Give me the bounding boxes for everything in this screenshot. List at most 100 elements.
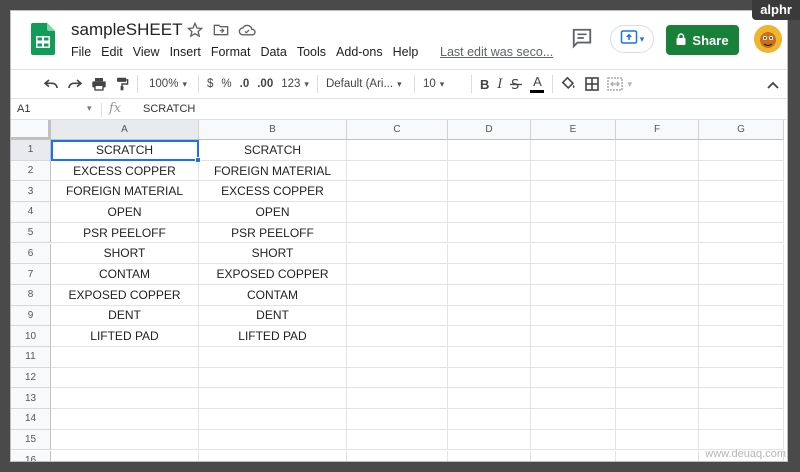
cell-f1[interactable] xyxy=(616,140,699,161)
sheets-logo-icon[interactable] xyxy=(31,23,55,55)
cell-g8[interactable] xyxy=(699,284,784,306)
cell-f2[interactable] xyxy=(616,160,699,182)
cell-a1[interactable]: SCRATCH xyxy=(51,140,199,161)
cell-f11[interactable] xyxy=(616,347,699,368)
row-header-5[interactable]: 5 xyxy=(11,222,51,244)
cell-c5[interactable] xyxy=(347,222,448,244)
menu-edit[interactable]: Edit xyxy=(96,45,128,59)
name-box[interactable]: A1 xyxy=(17,103,97,115)
cell-d4[interactable] xyxy=(448,202,531,223)
cell-g10[interactable] xyxy=(699,326,784,347)
cell-f14[interactable] xyxy=(616,409,699,430)
cell-f9[interactable] xyxy=(616,305,699,327)
cell-a7[interactable]: CONTAM xyxy=(51,264,199,285)
cell-d7[interactable] xyxy=(448,264,531,285)
cell-d15[interactable] xyxy=(448,429,531,451)
cell-a9[interactable]: DENT xyxy=(51,305,199,327)
cell-e6[interactable] xyxy=(531,243,616,265)
cell-b4[interactable]: OPEN xyxy=(199,202,347,223)
cell-g3[interactable] xyxy=(699,181,784,203)
cell-e7[interactable] xyxy=(531,264,616,285)
cell-f16[interactable] xyxy=(616,450,699,461)
cell-a12[interactable] xyxy=(51,367,199,389)
menu-help[interactable]: Help xyxy=(388,45,424,59)
undo-icon[interactable] xyxy=(39,73,63,95)
cell-d9[interactable] xyxy=(448,305,531,327)
cell-g9[interactable] xyxy=(699,305,784,327)
menu-view[interactable]: View xyxy=(128,45,165,59)
column-header-a[interactable]: A xyxy=(51,120,199,140)
cell-f15[interactable] xyxy=(616,429,699,451)
cell-d5[interactable] xyxy=(448,222,531,244)
cell-d8[interactable] xyxy=(448,284,531,306)
row-header-9[interactable]: 9 xyxy=(11,305,51,327)
last-edit-link[interactable]: Last edit was seco... xyxy=(440,45,553,59)
cell-g12[interactable] xyxy=(699,367,784,389)
cell-g7[interactable] xyxy=(699,264,784,285)
menu-insert[interactable]: Insert xyxy=(165,45,206,59)
column-header-c[interactable]: C xyxy=(347,120,448,140)
cell-g11[interactable] xyxy=(699,347,784,368)
cell-e4[interactable] xyxy=(531,202,616,223)
decrease-decimal-button[interactable]: .0 xyxy=(236,73,254,95)
cell-g2[interactable] xyxy=(699,160,784,182)
cloud-status-icon[interactable] xyxy=(238,21,256,39)
cell-e1[interactable] xyxy=(531,140,616,161)
strikethrough-icon[interactable]: S xyxy=(506,73,526,95)
menu-addons[interactable]: Add-ons xyxy=(331,45,388,59)
bold-button[interactable]: B xyxy=(476,73,493,95)
row-header-13[interactable]: 13 xyxy=(11,388,51,410)
merge-cells-icon[interactable] xyxy=(603,73,636,95)
cell-f5[interactable] xyxy=(616,222,699,244)
cell-b7[interactable]: EXPOSED COPPER xyxy=(199,264,347,285)
cell-f7[interactable] xyxy=(616,264,699,285)
percent-format-button[interactable]: % xyxy=(217,73,235,95)
cell-c3[interactable] xyxy=(347,181,448,203)
cell-f13[interactable] xyxy=(616,388,699,410)
cell-d11[interactable] xyxy=(448,347,531,368)
cell-d1[interactable] xyxy=(448,140,531,161)
cell-e10[interactable] xyxy=(531,326,616,347)
cell-c7[interactable] xyxy=(347,264,448,285)
cell-g6[interactable] xyxy=(699,243,784,265)
fill-handle[interactable] xyxy=(195,156,201,163)
cell-a4[interactable]: OPEN xyxy=(51,202,199,223)
cell-e12[interactable] xyxy=(531,367,616,389)
font-size-select[interactable]: 10 xyxy=(419,73,467,95)
cell-a13[interactable] xyxy=(51,388,199,410)
cell-a14[interactable] xyxy=(51,409,199,430)
chevron-up-icon[interactable] xyxy=(763,74,783,96)
cell-b3[interactable]: EXCESS COPPER xyxy=(199,181,347,203)
cell-b11[interactable] xyxy=(199,347,347,368)
cell-d6[interactable] xyxy=(448,243,531,265)
cell-e14[interactable] xyxy=(531,409,616,430)
print-icon[interactable] xyxy=(87,73,111,95)
cell-a16[interactable] xyxy=(51,450,199,461)
cell-b16[interactable] xyxy=(199,450,347,461)
column-header-b[interactable]: B xyxy=(199,120,347,140)
cell-d14[interactable] xyxy=(448,409,531,430)
cell-f8[interactable] xyxy=(616,284,699,306)
cell-d2[interactable] xyxy=(448,160,531,182)
row-header-2[interactable]: 2 xyxy=(11,160,51,182)
cell-c11[interactable] xyxy=(347,347,448,368)
cell-a3[interactable]: FOREIGN MATERIAL xyxy=(51,181,199,203)
cell-g14[interactable] xyxy=(699,409,784,430)
cell-e15[interactable] xyxy=(531,429,616,451)
currency-format-button[interactable]: $ xyxy=(203,73,217,95)
cell-d12[interactable] xyxy=(448,367,531,389)
move-to-folder-icon[interactable] xyxy=(212,21,230,39)
row-header-11[interactable]: 11 xyxy=(11,347,51,368)
cell-e5[interactable] xyxy=(531,222,616,244)
cell-c16[interactable] xyxy=(347,450,448,461)
cell-b9[interactable]: DENT xyxy=(199,305,347,327)
cell-b13[interactable] xyxy=(199,388,347,410)
cell-g13[interactable] xyxy=(699,388,784,410)
cell-b2[interactable]: FOREIGN MATERIAL xyxy=(199,160,347,182)
row-header-7[interactable]: 7 xyxy=(11,264,51,285)
cell-a10[interactable]: LIFTED PAD xyxy=(51,326,199,347)
cell-c10[interactable] xyxy=(347,326,448,347)
cell-c12[interactable] xyxy=(347,367,448,389)
cell-b5[interactable]: PSR PEELOFF xyxy=(199,222,347,244)
column-header-d[interactable]: D xyxy=(448,120,531,140)
